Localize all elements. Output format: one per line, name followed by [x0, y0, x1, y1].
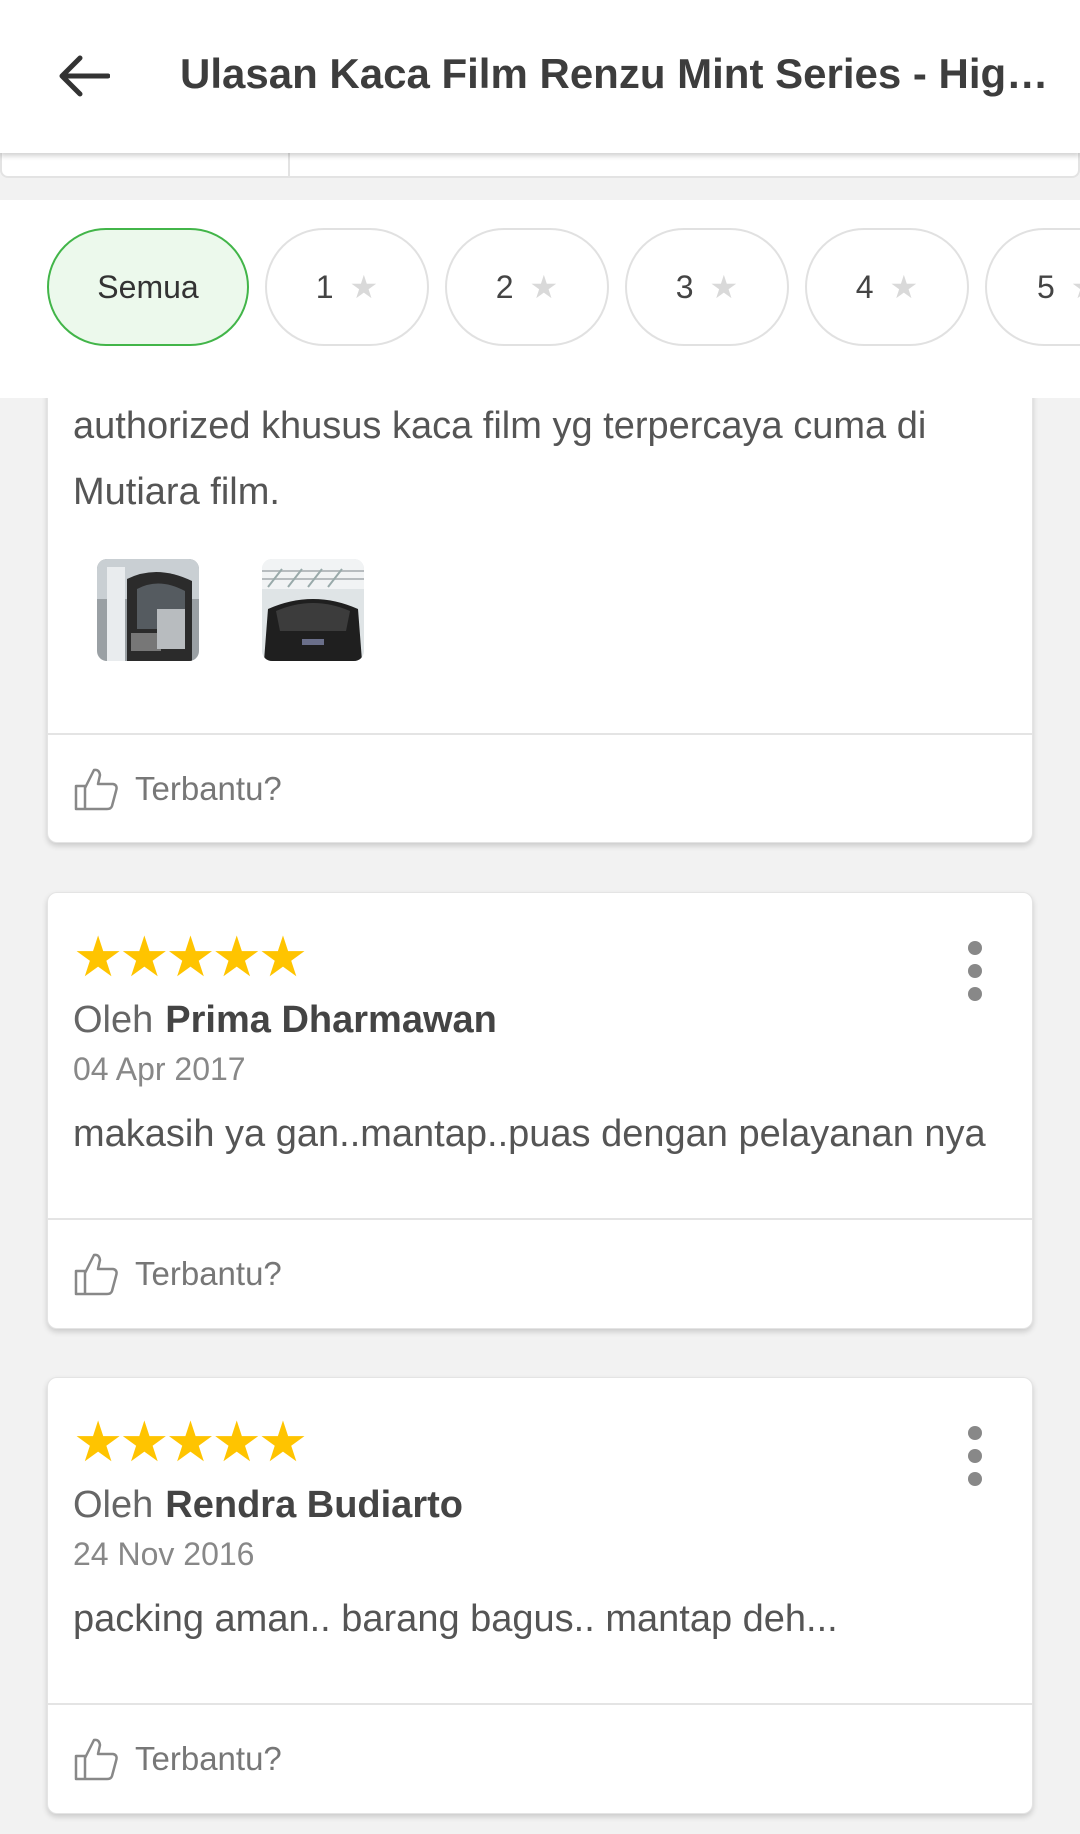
- review-photo-thumbnail[interactable]: [97, 559, 199, 661]
- review-text-line: Mutiara film.: [73, 471, 280, 513]
- filter-chip-label: 1: [315, 268, 334, 305]
- reviewer-prefix: Oleh: [73, 1484, 154, 1526]
- page-title: Ulasan Kaca Film Renzu Mint Series - Hig…: [180, 50, 1060, 97]
- filter-chip-label: Semua: [97, 268, 199, 305]
- thumbs-up-icon: [74, 1738, 118, 1781]
- filter-chip-1-star[interactable]: 1 ★: [265, 228, 429, 346]
- rating-filter-bar: Semua 1★ 2★ 3★ 4★ 5★: [0, 200, 1080, 398]
- helpful-label: Terbantu?: [135, 1255, 282, 1292]
- star-icon: ★: [165, 1410, 216, 1473]
- star-icon: ★: [529, 269, 559, 305]
- star-icon: ★: [257, 1410, 309, 1473]
- more-options-icon[interactable]: [960, 1426, 990, 1486]
- review-text: packing aman.. barang bagus.. mantap deh…: [73, 1598, 838, 1640]
- star-icon: ★: [119, 1410, 170, 1473]
- filter-chip-4-star[interactable]: 4 ★: [805, 228, 969, 346]
- review-date: 24 Nov 2016: [73, 1536, 255, 1572]
- review-photo-thumbnail[interactable]: [262, 559, 364, 661]
- thumbs-up-icon: [74, 1253, 118, 1296]
- card-divider: [48, 1218, 1032, 1220]
- star-icon: ★: [349, 269, 379, 305]
- review-card: authorized khusus kaca film yg terpercay…: [47, 380, 1033, 843]
- more-options-icon[interactable]: [960, 941, 990, 1001]
- thumbs-up-icon: [74, 768, 118, 811]
- star-icon: ★: [257, 925, 309, 988]
- review-page: Ulasan Kaca Film Renzu Mint Series - Hig…: [0, 0, 1080, 1834]
- reviewer-name[interactable]: Prima Dharmawan: [165, 999, 497, 1041]
- card-divider: [48, 733, 1032, 735]
- star-icon: ★: [165, 925, 216, 988]
- reviewer-line: Oleh Rendra Budiarto: [73, 1484, 463, 1527]
- card-divider: [48, 1703, 1032, 1705]
- helpful-button[interactable]: Terbantu?: [73, 1251, 282, 1297]
- star-icon: ★: [119, 925, 170, 988]
- star-icon: ★: [889, 269, 919, 305]
- helpful-button[interactable]: Terbantu?: [73, 1736, 282, 1782]
- filter-chip-label: 5: [1037, 268, 1055, 305]
- star-icon: ★: [709, 269, 739, 305]
- review-date: 04 Apr 2017: [73, 1051, 246, 1087]
- filter-chip-label: 2: [495, 268, 514, 305]
- arrow-left-icon: [59, 55, 110, 97]
- app-header: Ulasan Kaca Film Renzu Mint Series - Hig…: [0, 0, 1080, 153]
- reviewer-line: Oleh Prima Dharmawan: [73, 999, 497, 1042]
- review-text-line: authorized khusus kaca film yg terpercay…: [73, 405, 927, 447]
- star-icon: ★: [211, 1410, 262, 1473]
- helpful-label: Terbantu?: [135, 1740, 282, 1777]
- filter-chip-all[interactable]: Semua: [47, 228, 249, 346]
- rating-stars: ★ ★ ★ ★ ★: [73, 1410, 308, 1473]
- filter-chip-label: 3: [675, 268, 694, 305]
- star-icon: ★: [73, 925, 124, 988]
- filter-chip-3-star[interactable]: 3 ★: [625, 228, 789, 346]
- star-icon: ★: [1071, 268, 1080, 306]
- helpful-button[interactable]: Terbantu?: [73, 766, 282, 812]
- star-icon: ★: [73, 1410, 124, 1473]
- reviewer-prefix: Oleh: [73, 999, 154, 1041]
- review-card: ★ ★ ★ ★ ★ Oleh Prima Dharmawan 04 Apr 201…: [47, 892, 1033, 1329]
- filter-chip-label: 4: [855, 268, 874, 305]
- back-button[interactable]: [52, 44, 116, 108]
- rating-stars: ★ ★ ★ ★ ★: [73, 925, 308, 988]
- reviewer-name[interactable]: Rendra Budiarto: [165, 1484, 463, 1526]
- filter-chip-5-star[interactable]: 5★: [985, 228, 1080, 346]
- filter-chip-2-star[interactable]: 2 ★: [445, 228, 609, 346]
- star-icon: ★: [211, 925, 262, 988]
- helpful-label: Terbantu?: [135, 770, 282, 807]
- review-card: ★ ★ ★ ★ ★ Oleh Rendra Budiarto 24 Nov 201…: [47, 1377, 1033, 1814]
- review-text: makasih ya gan..mantap..puas dengan pela…: [73, 1113, 986, 1155]
